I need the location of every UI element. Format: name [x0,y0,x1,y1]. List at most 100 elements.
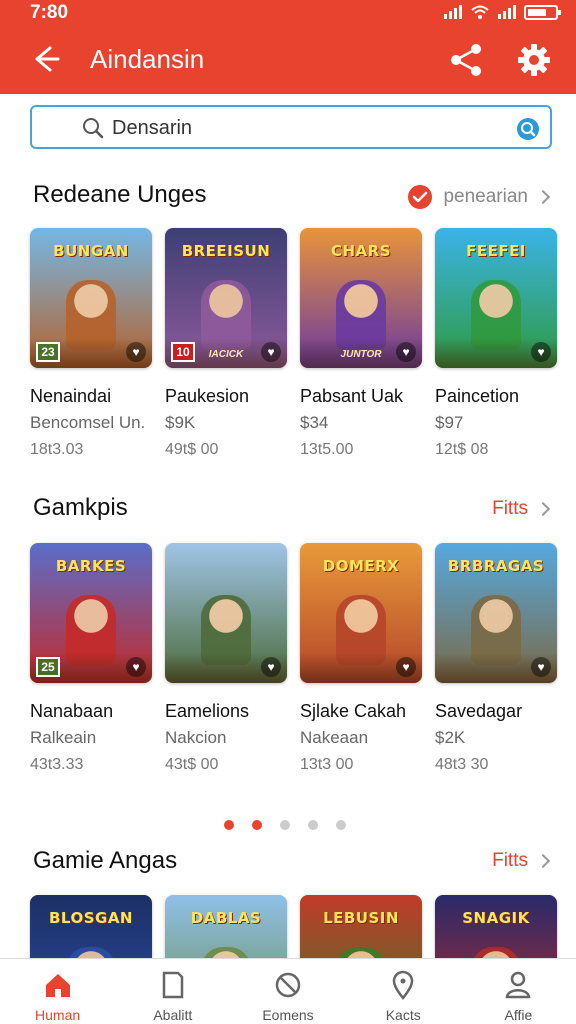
gear-icon[interactable] [514,40,554,80]
search-value: Densarin [112,117,193,139]
game-sub: $34 [300,413,329,432]
section-link-1[interactable]: penearian [407,184,551,210]
favorite-icon[interactable]: ♥ [126,342,146,362]
game-sub: $2K [435,728,466,747]
app-bar: Aindansin [0,26,576,94]
favorite-icon[interactable]: ♥ [261,657,281,677]
signal-icon [444,5,462,19]
carousel-dot[interactable] [336,820,346,830]
game-name: Sjlake Cakah [300,701,407,721]
game-art-title: CHARS [330,242,392,260]
game-sub: Nakeaan [300,728,369,747]
profile-icon [506,971,531,999]
game-art-title [173,551,279,581]
location-pin-icon [392,970,414,1001]
nav-item-eomens[interactable]: Eomens [230,959,345,1024]
status-icons [444,4,561,20]
game-sub: Ralkeain [30,728,97,747]
home-icon [45,974,70,997]
game-thumbnail[interactable]: BUNGAN 23 ♥ [30,228,152,368]
game-thumbnail[interactable]: ♥ [165,543,287,683]
nav-item-label: Human [35,1007,81,1023]
battery-icon [524,4,561,20]
app-screen: 7:80 Aindansin Densarin Redeane Unges pe… [0,0,576,1024]
game-card[interactable]: FEEFEI ♥ Paincetion $97 12t$ 08 [435,228,557,459]
carousel-indicator [224,820,346,830]
game-sub: $9K [165,413,196,432]
nav-item-label: Kacts [385,1007,421,1023]
share-icon[interactable] [446,40,486,80]
game-meta: 13t5.00 [300,441,354,458]
game-meta: 12t$ 08 [435,441,489,458]
favorite-icon[interactable]: ♥ [396,342,416,362]
nav-item-human[interactable]: Human [0,959,115,1024]
favorite-icon[interactable]: ♥ [261,342,281,362]
game-thumbnail[interactable]: FEEFEI ♥ [435,228,557,368]
chevron-right-icon [535,189,551,205]
game-name: Paukesion [165,386,250,406]
search-icon [83,118,104,139]
game-meta: 49t$ 00 [165,441,219,458]
search-area: Densarin [8,94,574,162]
check-circle-icon [408,185,433,209]
section-title-1: Redeane Unges [33,181,207,208]
page-title: Aindansin [90,44,205,74]
favorite-icon[interactable]: ♥ [126,657,146,677]
game-art-title: LEBUSIN [323,909,399,927]
game-thumbnail[interactable]: BRBRAGAS ♥ [435,543,557,683]
carousel-dot[interactable] [224,820,234,830]
game-card[interactable]: DOMERX ♥ Sjlake Cakah Nakeaan 13t3 00 [300,543,422,774]
game-sub: $97 [435,413,464,432]
game-art-title: DOMERX [322,557,400,575]
game-card[interactable]: ♥ Eamelions Nakcion 43t$ 00 [165,543,287,774]
game-name: Eamelions [165,701,250,721]
nav-item-affie[interactable]: Affie [461,959,576,1024]
game-sub: Nakcion [165,728,227,747]
game-name: Paincetion [435,386,520,406]
status-bar: 7:80 [0,0,576,26]
nav-item-label: Abalitt [153,1007,193,1023]
game-card[interactable]: BUNGAN 23 ♥ Nenaindai Bencomsel Un. 18t3.03 [30,228,152,459]
section-link-3[interactable]: Fitts [492,850,551,872]
chevron-right-icon [535,501,551,517]
section-link-2-label: Fitts [492,498,528,519]
game-thumbnail[interactable]: DOMERX ♥ [300,543,422,683]
carousel-dot[interactable] [252,820,262,830]
search-input[interactable]: Densarin [30,105,552,149]
game-art-title: BLOSGAN [49,909,133,927]
favorite-icon[interactable]: ♥ [531,657,551,677]
blocked-icon [275,972,301,998]
chevron-right-icon [535,853,551,869]
section-link-3-label: Fitts [492,850,528,871]
game-art-title: BRBRAGAS [447,557,545,575]
game-meta: 18t3.03 [30,441,84,458]
favorite-icon[interactable]: ♥ [531,342,551,362]
game-art-title: BREEISUN [181,242,271,260]
game-art-title: FEEFEI [466,242,526,260]
game-name: Nanabaan [30,701,114,721]
nav-item-label: Eomens [262,1007,314,1023]
section-link-2[interactable]: Fitts [492,498,551,520]
carousel-dot[interactable] [280,820,290,830]
game-card[interactable]: BRBRAGAS ♥ Savedagar $2K 48t3 30 [435,543,557,774]
game-art-title: BUNGAN [53,242,129,260]
game-thumbnail[interactable]: CHARS JUNTOR ♥ [300,228,422,368]
back-arrow-icon[interactable] [28,42,62,76]
game-meta: 43t$ 00 [165,756,219,773]
game-thumbnail[interactable]: BARKES 25 ♥ [30,543,152,683]
age-rating-badge: 23 [36,342,60,362]
game-card[interactable]: CHARS JUNTOR ♥ Pabsant Uak $34 13t5.00 [300,228,422,459]
carousel-dot[interactable] [308,820,318,830]
game-card[interactable]: BREEISUN 10 IACICK ♥ Paukesion $9K 49t$ 00 [165,228,287,459]
nav-item-kacts[interactable]: Kacts [346,959,461,1024]
section-title-3: Gamie Angas [33,847,178,874]
favorite-icon[interactable]: ♥ [396,657,416,677]
game-card[interactable]: BARKES 25 ♥ Nanabaan Ralkeain 43t3.33 [30,543,152,774]
game-name: Nenaindai [30,386,112,406]
section-link-1-label: penearian [443,186,528,207]
bookmark-icon [162,971,184,999]
search-submit-icon[interactable] [516,117,540,141]
wifi-icon [471,5,489,19]
nav-item-abalitt[interactable]: Abalitt [115,959,230,1024]
game-thumbnail[interactable]: BREEISUN 10 IACICK ♥ [165,228,287,368]
